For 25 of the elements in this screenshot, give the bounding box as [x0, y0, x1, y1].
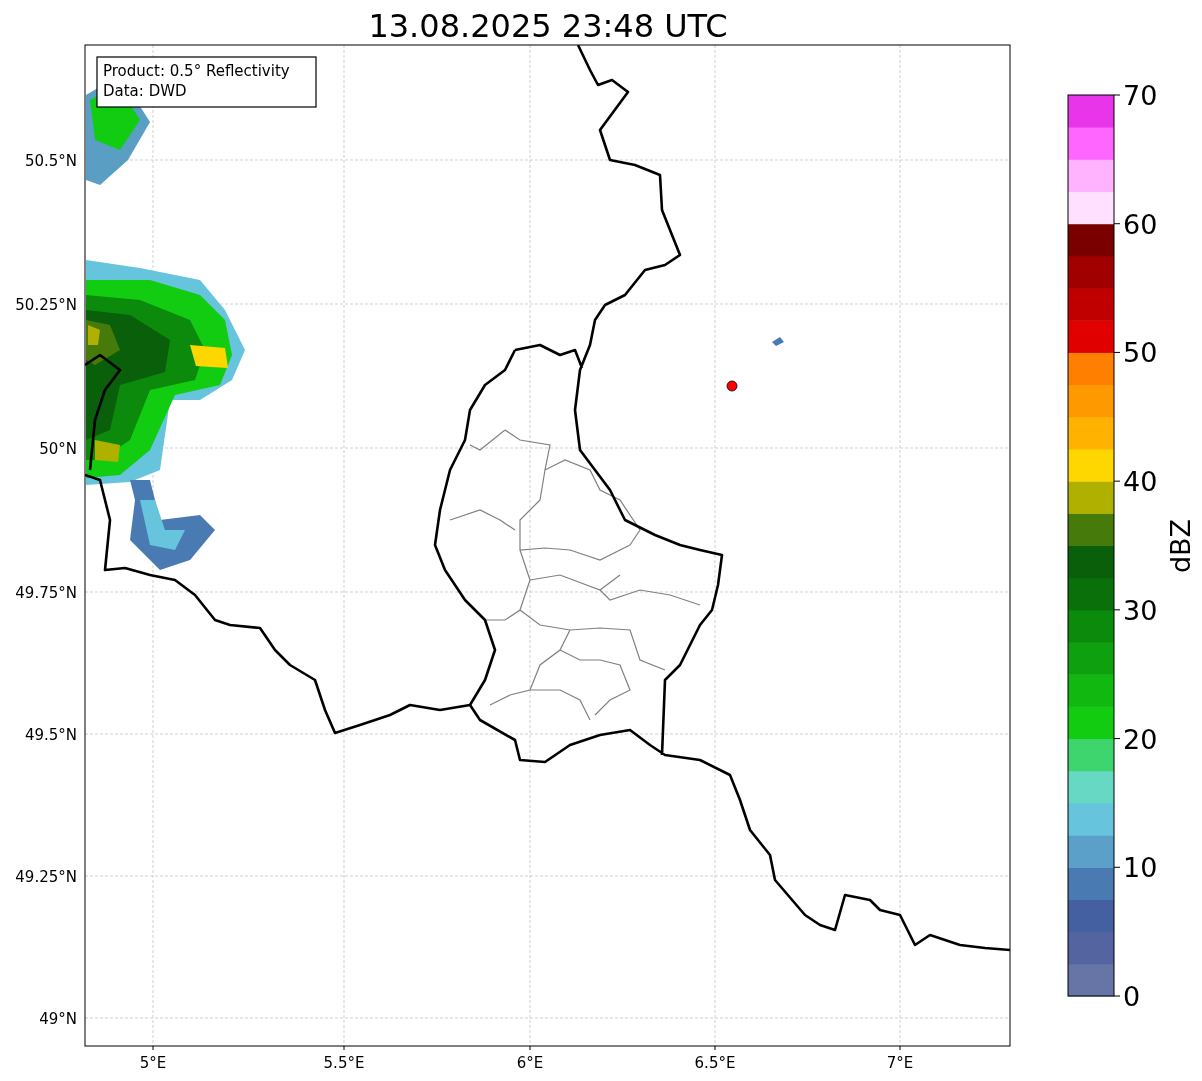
- latitude-label: 49°N: [39, 1010, 77, 1028]
- colorbar-tick-label: 0: [1123, 981, 1141, 1012]
- colorbar-tick-label: 30: [1123, 594, 1158, 626]
- longitude-label: 7°E: [886, 1054, 914, 1072]
- latitude-label: 49.5°N: [24, 726, 77, 744]
- colorbar-tick-label: 50: [1123, 337, 1158, 369]
- latitude-label: 50.5°N: [24, 152, 77, 170]
- colorbar-tick-label: 70: [1123, 80, 1158, 111]
- latitude-label: 49.25°N: [15, 868, 77, 886]
- longitude-label: 6.5°E: [694, 1054, 736, 1072]
- longitude-label: 6°E: [516, 1054, 544, 1072]
- longitude-label: 5.5°E: [323, 1054, 365, 1072]
- radar-site-marker: [726, 380, 738, 392]
- colorbar-tick-label: 60: [1123, 208, 1158, 240]
- latitude-label: 49.75°N: [15, 584, 77, 602]
- colorbar-axis-label: dBZ: [1165, 518, 1196, 574]
- colorbar-tick-label: 40: [1123, 466, 1158, 498]
- info-text: Product: 0.5° Reflectivity: [103, 62, 290, 80]
- longitude-label: 5°E: [139, 1054, 167, 1072]
- colorbar-tick-label: 20: [1123, 723, 1158, 755]
- info-text: Data: DWD: [103, 82, 187, 100]
- chart-title: 13.08.2025 23:48 UTC: [368, 7, 728, 45]
- latitude-label: 50.25°N: [15, 296, 77, 314]
- colorbar-tick-label: 10: [1123, 852, 1158, 884]
- latitude-label: 50°N: [39, 440, 77, 458]
